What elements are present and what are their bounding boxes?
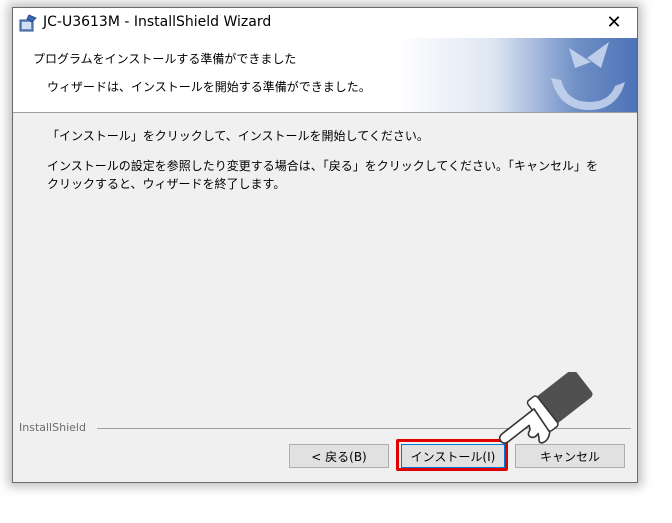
title-bar: JC-U3613M - InstallShield Wizard ✕ (13, 8, 637, 38)
installshield-logo-icon (551, 42, 625, 110)
installer-icon (19, 14, 37, 32)
brand-separator: InstallShield (19, 421, 631, 435)
window-title: JC-U3613M - InstallShield Wizard (43, 14, 272, 30)
separator-line (97, 428, 631, 429)
banner-subtitle: ウィザードは、インストールを開始する準備ができました。 (47, 80, 371, 94)
close-icon: ✕ (606, 12, 622, 33)
cancel-button[interactable]: キャンセル (515, 444, 625, 468)
installer-window: JC-U3613M - InstallShield Wizard ✕ プログラム… (12, 7, 638, 483)
banner-title: プログラムをインストールする準備ができました (33, 52, 297, 66)
note-text: インストールの設定を参照したり変更する場合は、「戻る」をクリックしてください。「… (47, 159, 599, 191)
header-banner: プログラムをインストールする準備ができました ウィザードは、インストールを開始す… (13, 38, 637, 113)
install-button[interactable]: インストール(I) (401, 444, 505, 468)
installshield-brand-label: InstallShield (19, 421, 90, 434)
back-button[interactable]: < 戻る(B) (289, 444, 389, 468)
wizard-content: 「インストール」をクリックして、インストールを開始してください。 インストールの… (13, 113, 637, 482)
instruction-text: 「インストール」をクリックして、インストールを開始してください。 (47, 129, 429, 143)
close-button[interactable]: ✕ (591, 8, 637, 38)
